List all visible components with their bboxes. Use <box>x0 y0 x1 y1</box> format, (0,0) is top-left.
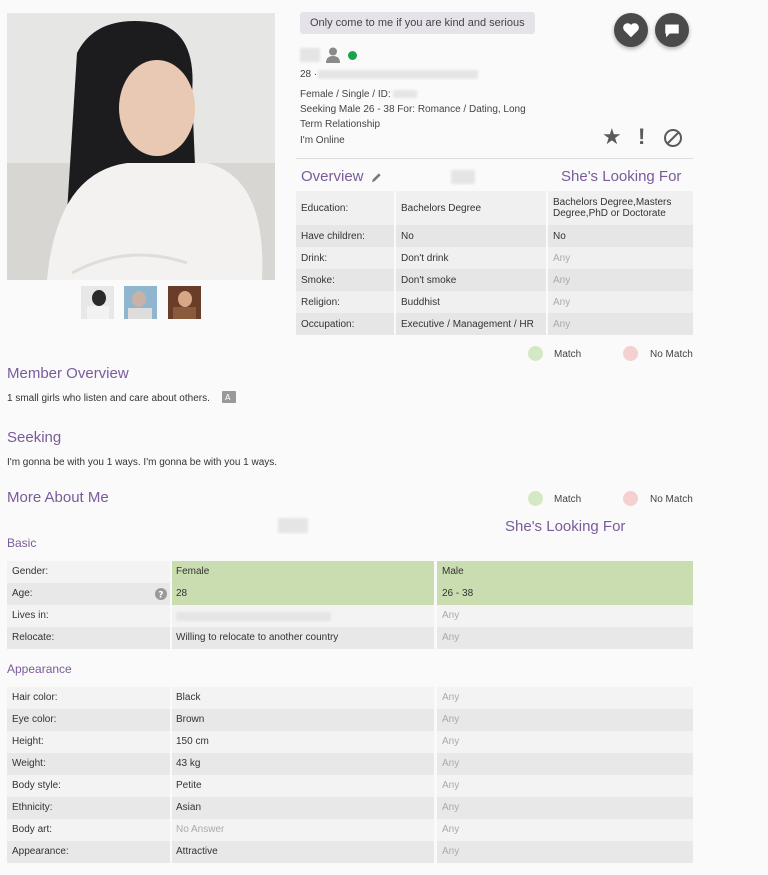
seeking-text: I'm gonna be with you 1 ways. I'm gonna … <box>7 457 278 468</box>
table-row: Have children: No No <box>296 225 693 247</box>
looking-for-title: She's Looking For <box>561 168 682 185</box>
overview-title: Overview <box>301 168 364 185</box>
edit-pencil-icon[interactable] <box>371 172 382 183</box>
table-row: Hair color: Black Any <box>7 687 693 709</box>
seeking-line-1: Seeking Male 26 - 38 For: Romance / Dati… <box>300 104 526 115</box>
more-about-title: More About Me <box>7 489 109 506</box>
table-row: Occupation: Executive / Management / HR … <box>296 313 693 335</box>
match-legend-label: Match <box>554 494 582 505</box>
table-row: Smoke: Don't smoke Any <box>296 269 693 291</box>
avatar-redacted <box>451 170 475 184</box>
help-icon[interactable]: ? <box>155 588 167 600</box>
thumbnail-3[interactable] <box>168 286 201 319</box>
thumbnail-2[interactable] <box>124 286 157 319</box>
no-match-legend-dot <box>623 491 638 506</box>
age-line: 28 · <box>300 69 318 80</box>
translate-icon[interactable]: A <box>222 391 236 403</box>
table-row: Appearance: Attractive Any <box>7 841 693 863</box>
looking-for-title-2: She's Looking For <box>505 518 626 535</box>
appearance-title: Appearance <box>7 662 72 676</box>
online-status-dot <box>348 51 357 60</box>
table-row: Religion: Buddhist Any <box>296 291 693 313</box>
match-legend-dot <box>528 346 543 361</box>
block-icon[interactable] <box>663 128 683 148</box>
table-row: Gender: Female Male <box>7 561 693 583</box>
chat-bubble-icon <box>665 24 679 37</box>
favorite-button[interactable] <box>614 13 648 47</box>
seeking-title: Seeking <box>7 429 62 446</box>
username-redacted <box>300 48 320 62</box>
main-profile-photo[interactable] <box>7 13 275 280</box>
table-row: Height: 150 cm Any <box>7 731 693 753</box>
seeking-line-2: Term Relationship <box>300 119 381 130</box>
match-legend-label: Match <box>554 349 582 360</box>
divider <box>296 158 693 159</box>
no-match-legend-label: No Match <box>650 494 693 505</box>
id-redacted <box>393 90 417 98</box>
table-row: Drink: Don't drink Any <box>296 247 693 269</box>
location-redacted <box>176 612 331 621</box>
table-row: Weight: 43 kg Any <box>7 753 693 775</box>
thumbnail-1[interactable] <box>81 286 114 319</box>
profile-headline: Only come to me if you are kind and seri… <box>300 12 535 34</box>
table-row: Lives in: Any <box>7 605 693 627</box>
table-row: Education: Bachelors Degree Bachelors De… <box>296 191 693 225</box>
match-legend-dot <box>528 491 543 506</box>
profile-page: Only come to me if you are kind and seri… <box>0 0 768 875</box>
svg-text:A: A <box>225 393 231 402</box>
status-line: Female / Single / ID: <box>300 89 391 100</box>
table-row: Body style: Petite Any <box>7 775 693 797</box>
table-row: Age: ? 28 26 - 38 <box>7 583 693 605</box>
member-overview-text: 1 small girls who listen and care about … <box>7 393 210 404</box>
star-icon[interactable]: ★ <box>602 124 622 150</box>
table-row: Ethnicity: Asian Any <box>7 797 693 819</box>
no-match-legend-dot <box>623 346 638 361</box>
table-row: Body art: No Answer Any <box>7 819 693 841</box>
table-row: Relocate: Willing to relocate to another… <box>7 627 693 649</box>
member-overview-title: Member Overview <box>7 365 129 382</box>
overview-table: Education: Bachelors Degree Bachelors De… <box>296 191 693 335</box>
svg-text:?: ? <box>158 591 163 601</box>
user-icon <box>326 47 340 63</box>
online-text: I'm Online <box>300 135 345 146</box>
location-redacted <box>318 70 478 79</box>
message-button[interactable] <box>655 13 689 47</box>
no-match-legend-label: No Match <box>650 349 693 360</box>
avatar-redacted <box>278 518 308 533</box>
heart-icon <box>623 23 639 38</box>
basic-title: Basic <box>7 536 37 550</box>
table-row: Eye color: Brown Any <box>7 709 693 731</box>
report-icon[interactable]: ! <box>638 124 645 150</box>
